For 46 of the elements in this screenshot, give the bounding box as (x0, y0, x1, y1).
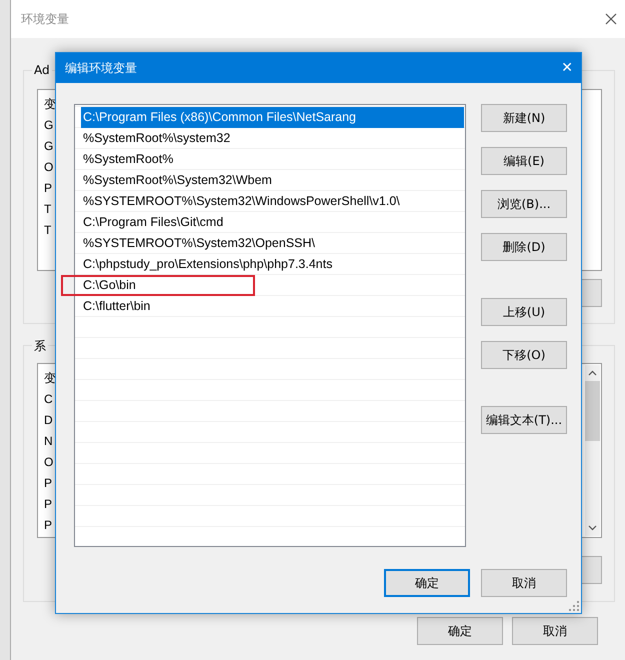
list-item[interactable]: O (44, 157, 54, 178)
list-item[interactable]: N (44, 431, 53, 452)
side-button[interactable]: 删除(D) (481, 233, 567, 261)
side-button[interactable]: 新建(N) (481, 104, 567, 132)
list-item[interactable]: T (44, 199, 52, 220)
window-title: 环境变量 (21, 10, 69, 28)
path-entry[interactable]: %SYSTEMROOT%\System32\OpenSSH\ (81, 233, 464, 254)
group-label: Ad (32, 63, 52, 77)
list-item[interactable]: O (44, 452, 54, 473)
list-item[interactable]: G (44, 136, 54, 157)
list-item[interactable]: C (44, 389, 53, 410)
list-item[interactable]: 变 (44, 368, 56, 389)
scrollbar[interactable] (585, 365, 600, 536)
path-entry[interactable]: C:\Program Files\Git\cmd (81, 212, 464, 233)
list-item[interactable]: D (44, 410, 53, 431)
list-item[interactable]: P (44, 494, 52, 515)
ok-button[interactable]: 确定 (384, 569, 470, 597)
dialog-button[interactable]: 取消 (512, 617, 598, 645)
list-item[interactable]: G (44, 115, 54, 136)
path-entry[interactable]: %SYSTEMROOT%\System32\WindowsPowerShell\v1.0\ (81, 191, 464, 212)
close-button[interactable]: ✕ (561, 60, 573, 76)
dialog-button[interactable]: 确定 (417, 617, 503, 645)
path-entry[interactable]: C:\phpstudy_pro\Extensions\php\php7.3.4nts (81, 254, 464, 275)
path-entry[interactable]: %SystemRoot%\System32\Wbem (81, 170, 464, 191)
list-item[interactable]: P (44, 178, 52, 199)
path-entry[interactable]: %SystemRoot%\system32 (81, 128, 464, 149)
list-item[interactable]: T (44, 220, 52, 241)
scroll-up-icon[interactable] (588, 370, 597, 376)
path-entry[interactable]: C:\Program Files (x86)\Common Files\NetSarang (81, 107, 464, 128)
resize-grip-icon[interactable] (569, 601, 579, 611)
side-button[interactable]: 编辑文本(T)... (481, 406, 567, 434)
scroll-down-icon[interactable] (588, 525, 597, 531)
path-entry[interactable]: C:\Go\bin (81, 275, 464, 296)
close-icon[interactable] (605, 13, 617, 25)
side-button[interactable]: 上移(U) (481, 298, 567, 326)
cancel-button[interactable]: 取消 (481, 569, 567, 597)
list-item[interactable]: P (44, 515, 52, 536)
side-button[interactable]: 下移(O) (481, 341, 567, 369)
path-entry[interactable]: C:\flutter\bin (81, 296, 464, 317)
side-button[interactable]: 浏览(B)... (481, 190, 567, 218)
dialog-title: 编辑环境变量 (65, 60, 137, 76)
list-item[interactable]: P (44, 473, 52, 494)
side-button[interactable]: 编辑(E) (481, 147, 567, 175)
list-item[interactable]: 变 (44, 94, 56, 115)
path-entry[interactable]: %SystemRoot% (81, 149, 464, 170)
scroll-thumb[interactable] (585, 381, 600, 441)
